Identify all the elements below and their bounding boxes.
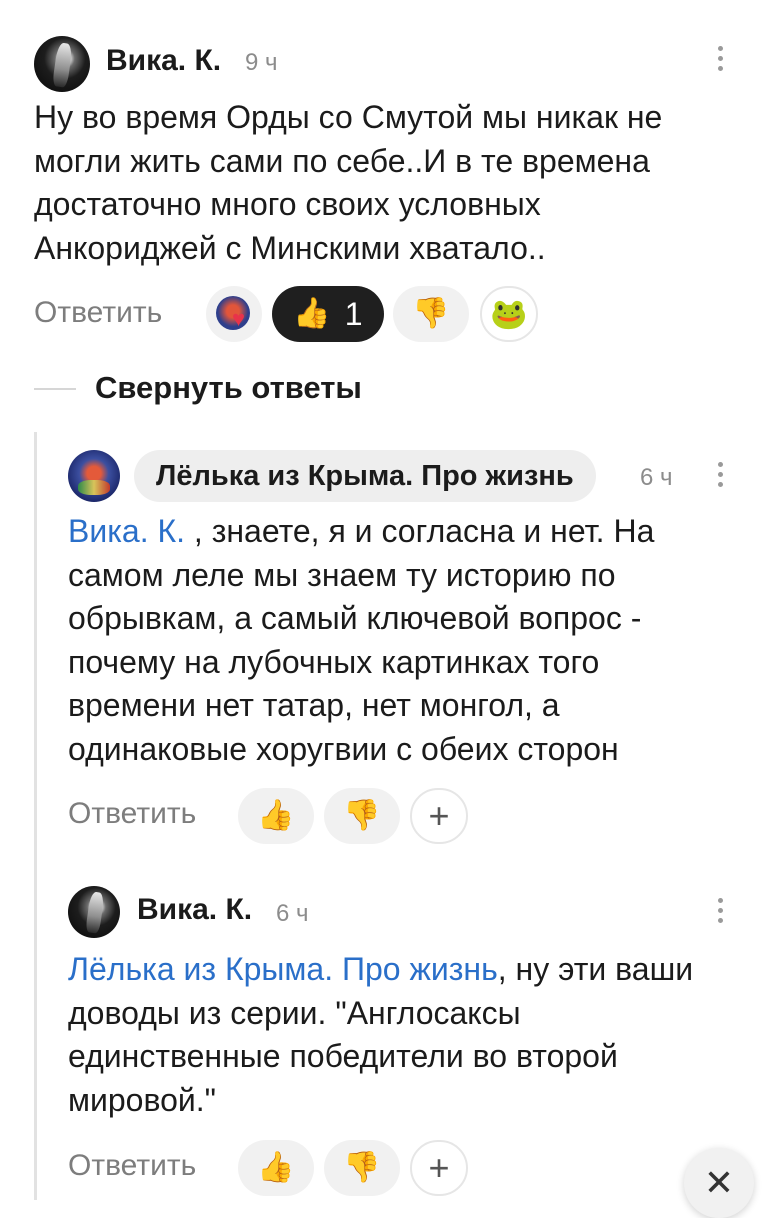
dislike-button[interactable]: 👎 [324,788,400,844]
author-name-chip[interactable]: Лёлька из Крыма. Про жизнь [134,450,596,502]
more-options-icon[interactable] [716,898,724,923]
thumbs-down-icon: 👎 [412,297,450,330]
add-reaction-button[interactable]: + [410,788,468,844]
comment-time: 6 ч [276,900,309,927]
comment-body: , знаете, я и согласна и нет. На самом л… [68,513,655,767]
like-count: 1 [344,295,363,332]
author-avatar[interactable] [34,36,90,92]
mention-link[interactable]: Вика. К. [68,513,185,549]
collapse-replies-button[interactable]: Свернуть ответы [95,370,362,406]
like-button[interactable]: 👍 [238,788,314,844]
like-button[interactable]: 👍 [238,1140,314,1196]
more-options-icon[interactable] [716,46,724,71]
heart-icon: ♥ [232,306,246,331]
comment-text: Вика. К. , знаете, я и согласна и нет. Н… [68,510,728,771]
comment-time: 9 ч [245,49,278,76]
comment-text: Лёлька из Крыма. Про жизнь, ну эти ваши … [68,948,708,1122]
reactions-summary[interactable]: ♥ [206,286,262,342]
like-button[interactable]: 👍 1 [272,286,384,342]
dislike-button[interactable]: 👎 [324,1140,400,1196]
close-icon: ✕ [703,1162,735,1203]
author-avatar[interactable] [68,886,120,938]
frog-icon: 🐸 [490,297,528,331]
add-reaction-button[interactable]: + [410,1140,468,1196]
thumbs-down-icon: 👎 [343,799,381,832]
comment-time: 6 ч [640,464,673,491]
frog-reaction-button[interactable]: 🐸 [480,286,538,342]
close-button[interactable]: ✕ [684,1148,754,1218]
thumbs-up-icon: 👍 [257,1151,295,1184]
mention-link[interactable]: Лёлька из Крыма. Про жизнь [68,951,498,987]
thumbs-up-icon: 👍 [257,799,295,832]
dislike-button[interactable]: 👎 [393,286,469,342]
plus-icon: + [428,1147,450,1188]
reply-button[interactable]: Ответить [68,797,196,831]
plus-icon: + [428,795,450,836]
thumbs-up-icon: 👍 [293,297,331,330]
author-avatar[interactable] [68,450,120,502]
reply-button[interactable]: Ответить [68,1149,196,1183]
more-options-icon[interactable] [716,462,724,487]
thread-line [34,432,37,1200]
comment-text: Ну во время Орды со Смутой мы никак не м… [34,99,663,266]
reply-button[interactable]: Ответить [34,296,162,330]
author-name[interactable]: Вика. К. [106,44,221,78]
author-name[interactable]: Вика. К. [137,893,252,927]
thumbs-down-icon: 👎 [343,1151,381,1184]
collapse-divider [34,388,76,390]
